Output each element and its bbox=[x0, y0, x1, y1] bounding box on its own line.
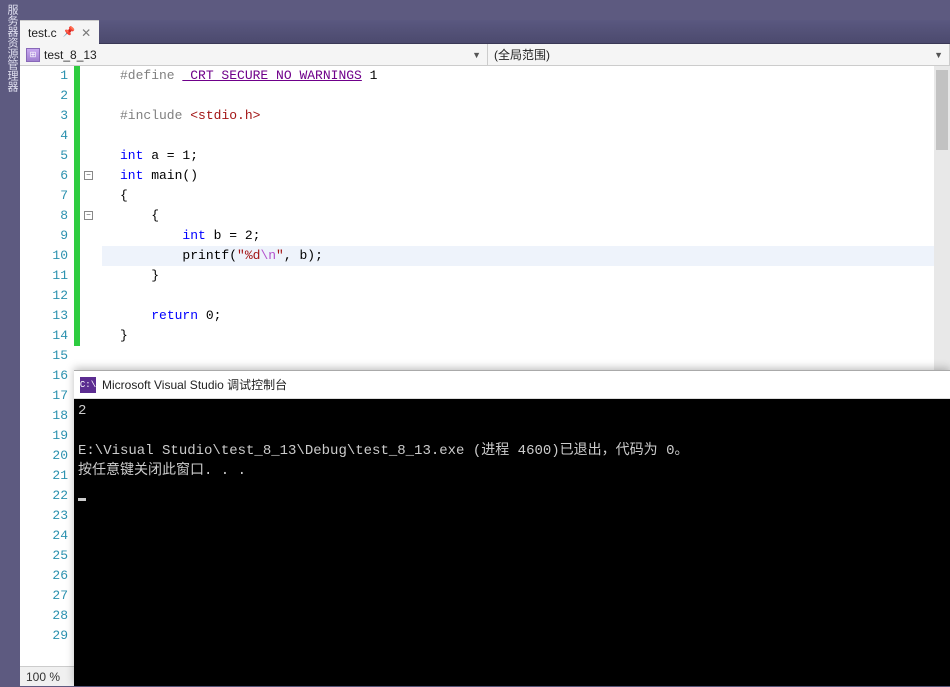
line-number: 27 bbox=[20, 586, 68, 606]
change-indicator bbox=[74, 66, 80, 346]
line-number: 28 bbox=[20, 606, 68, 626]
code-line[interactable] bbox=[102, 126, 950, 146]
line-number: 21 bbox=[20, 466, 68, 486]
code-line[interactable]: #include <stdio.h> bbox=[102, 106, 950, 126]
line-number: 9 bbox=[20, 226, 68, 246]
code-line[interactable] bbox=[102, 346, 950, 366]
code-line[interactable]: int a = 1; bbox=[102, 146, 950, 166]
line-number: 23 bbox=[20, 506, 68, 526]
line-number: 11 bbox=[20, 266, 68, 286]
line-number: 12 bbox=[20, 286, 68, 306]
line-number: 18 bbox=[20, 406, 68, 426]
line-number: 14 bbox=[20, 326, 68, 346]
navigation-bar: ⊞ test_8_13 ▼ (全局范围) ▼ bbox=[20, 44, 950, 66]
code-line[interactable]: #define _CRT_SECURE_NO_WARNINGS 1 bbox=[102, 66, 950, 86]
line-number: 16 bbox=[20, 366, 68, 386]
line-number: 26 bbox=[20, 566, 68, 586]
line-number: 13 bbox=[20, 306, 68, 326]
line-number: 2 bbox=[20, 86, 68, 106]
console-output[interactable]: 2 E:\Visual Studio\test_8_13\Debug\test_… bbox=[74, 399, 950, 686]
line-number: 17 bbox=[20, 386, 68, 406]
fold-toggle[interactable]: − bbox=[84, 211, 93, 220]
line-number: 24 bbox=[20, 526, 68, 546]
code-line[interactable]: printf("%d\n", b); bbox=[102, 246, 950, 266]
code-line[interactable]: } bbox=[102, 266, 950, 286]
file-tab-label: test.c bbox=[28, 26, 57, 40]
code-line[interactable]: } bbox=[102, 326, 950, 346]
nav-scope-label: (全局范围) bbox=[494, 46, 550, 63]
code-line[interactable] bbox=[102, 86, 950, 106]
code-line[interactable]: int b = 2; bbox=[102, 226, 950, 246]
file-tab[interactable]: test.c 📌 ✕ bbox=[20, 20, 99, 44]
line-number: 3 bbox=[20, 106, 68, 126]
chevron-down-icon: ▼ bbox=[934, 50, 943, 60]
nav-project-label: test_8_13 bbox=[44, 48, 97, 62]
close-icon[interactable]: ✕ bbox=[81, 26, 91, 40]
line-number: 5 bbox=[20, 146, 68, 166]
console-icon: C:\ bbox=[80, 377, 96, 393]
nav-project-select[interactable]: ⊞ test_8_13 ▼ bbox=[20, 44, 488, 65]
line-number: 25 bbox=[20, 546, 68, 566]
left-toolwindow-tab[interactable]: 服务器资源管理器 bbox=[0, 0, 20, 686]
line-number: 6 bbox=[20, 166, 68, 186]
code-line[interactable]: int main() bbox=[102, 166, 950, 186]
line-number: 20 bbox=[20, 446, 68, 466]
line-number: 19 bbox=[20, 426, 68, 446]
line-number: 7 bbox=[20, 186, 68, 206]
fold-toggle[interactable]: − bbox=[84, 171, 93, 180]
project-icon: ⊞ bbox=[26, 48, 40, 62]
console-titlebar[interactable]: C:\ Microsoft Visual Studio 调试控制台 bbox=[74, 371, 950, 399]
line-number: 1 bbox=[20, 66, 68, 86]
tab-well: test.c 📌 ✕ bbox=[20, 20, 950, 44]
code-line[interactable] bbox=[102, 286, 950, 306]
code-line[interactable]: return 0; bbox=[102, 306, 950, 326]
nav-scope-select[interactable]: (全局范围) ▼ bbox=[488, 44, 950, 65]
line-number-gutter: 1234567891011121314151617181920212223242… bbox=[20, 66, 74, 666]
debug-console-window: C:\ Microsoft Visual Studio 调试控制台 2 E:\V… bbox=[74, 370, 950, 686]
code-line[interactable]: { bbox=[102, 186, 950, 206]
tab-well-fill bbox=[99, 20, 950, 44]
line-number: 10 bbox=[20, 246, 68, 266]
chevron-down-icon: ▼ bbox=[472, 50, 481, 60]
left-toolwindow-label: 服务器资源管理器 bbox=[6, 4, 18, 92]
console-cursor bbox=[78, 498, 86, 501]
console-title-text: Microsoft Visual Studio 调试控制台 bbox=[102, 376, 287, 393]
line-number: 29 bbox=[20, 626, 68, 646]
code-line[interactable]: { bbox=[102, 206, 950, 226]
line-number: 4 bbox=[20, 126, 68, 146]
line-number: 15 bbox=[20, 346, 68, 366]
line-number: 22 bbox=[20, 486, 68, 506]
scrollbar-thumb[interactable] bbox=[936, 70, 948, 150]
zoom-label: 100 % bbox=[26, 670, 60, 684]
line-number: 8 bbox=[20, 206, 68, 226]
pin-icon[interactable]: 📌 bbox=[63, 27, 75, 38]
